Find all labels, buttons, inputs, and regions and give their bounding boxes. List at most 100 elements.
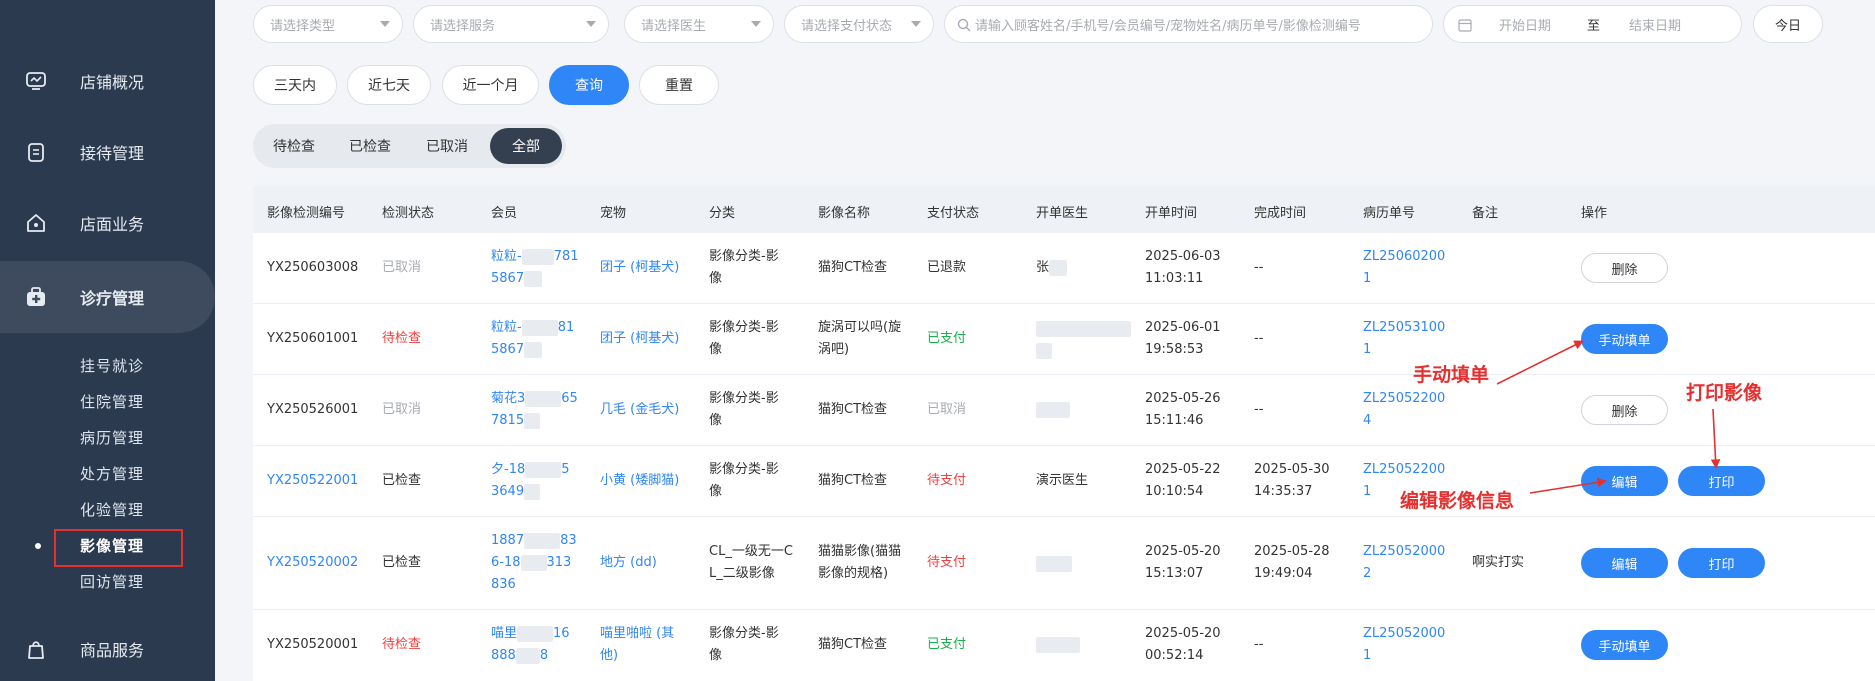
record-link[interactable]: ZL25053100 1 [1363, 317, 1445, 361]
order-clock: 10:10:54 [1145, 484, 1204, 499]
member-phone-tail: 781 [553, 249, 579, 264]
finish-time: -- [1254, 637, 1264, 652]
reset-button[interactable]: 重置 [639, 65, 719, 105]
edit-button[interactable]: 编辑 [1581, 466, 1668, 496]
finish-time: 2025-05-30 14:35:37 [1254, 459, 1330, 503]
member-link[interactable]: 1887 83 6-18 313 836 [491, 530, 577, 596]
masked-text [1036, 320, 1131, 337]
finish-date: 2025-05-30 [1254, 462, 1330, 477]
record-link[interactable]: ZL25052000 1 [1363, 623, 1445, 667]
category-line: 像 [709, 484, 723, 499]
doctor [1036, 634, 1080, 656]
query-button[interactable]: 查询 [549, 65, 629, 105]
start-date-field[interactable]: 开始日期 [1499, 15, 1551, 34]
masked-text [521, 319, 558, 336]
imaging-id: YX250603008 [267, 260, 359, 275]
range-1month-button[interactable]: 近一个月 [442, 65, 539, 105]
payment-status: 已取消 [927, 402, 967, 417]
finish-clock: 14:35:37 [1254, 484, 1313, 499]
print-button[interactable]: 打印 [1678, 548, 1765, 578]
category-line: 像 [709, 648, 723, 663]
end-date-field[interactable]: 结束日期 [1629, 15, 1681, 34]
delete-button[interactable]: 删除 [1581, 253, 1668, 283]
header-doctor: 开单医生 [1036, 206, 1089, 221]
table-header: 影像检测编号 检测状态 会员 宠物 分类 影像名称 支付状态 开单医生 开单时间… [253, 186, 1875, 233]
sidebar-item-diagnosis[interactable]: 诊疗管理 [0, 261, 215, 333]
member-link[interactable]: 粒粒- 781 5867 [491, 246, 579, 290]
masked-text [517, 625, 554, 642]
print-button[interactable]: 打印 [1678, 466, 1765, 496]
delete-button[interactable]: 删除 [1581, 395, 1668, 425]
manual-fill-button[interactable]: 手动填单 [1581, 324, 1668, 354]
check-status: 已取消 [382, 402, 422, 417]
today-button[interactable]: 今日 [1753, 5, 1823, 43]
member-id-tail: 313 [546, 555, 572, 570]
member-link[interactable]: 粒粒- 81 5867 [491, 317, 574, 361]
order-time: 2025-06-01 19:58:53 [1145, 317, 1221, 361]
doctor: 演示医生 [1036, 473, 1089, 488]
search-input[interactable]: 请输入顾客姓名/手机号/会员编号/宠物姓名/病历单号/影像检测编号 [944, 5, 1433, 43]
member-id-tail: 8 [539, 648, 549, 663]
order-time: 2025-05-22 10:10:54 [1145, 459, 1221, 503]
category: 影像分类-影像 [709, 459, 779, 503]
table-row: YX250522001 已检查 夕-18 5 3649 小黄 (矮脚猫) 影像分类-… [253, 446, 1875, 517]
chevron-down-icon [751, 21, 761, 27]
edit-button[interactable]: 编辑 [1581, 548, 1668, 578]
doctor-select[interactable]: 请选择医生 [624, 5, 774, 43]
category-line: 影像分类-影 [709, 391, 779, 406]
pet-link[interactable]: 团子 (柯基犬) [600, 257, 679, 279]
submenu-medical-records[interactable]: 病历管理 [80, 427, 144, 448]
date-range-picker[interactable]: 开始日期 至 结束日期 [1443, 5, 1742, 43]
order-clock: 11:03:11 [1145, 271, 1204, 286]
member-phone-tail: 5 [561, 462, 570, 477]
record-link[interactable]: ZL25060200 1 [1363, 246, 1445, 290]
record-no: 1 [1363, 342, 1372, 357]
pet-link[interactable]: 地方 (dd) [600, 552, 657, 574]
imaging-id-link[interactable]: YX250520002 [267, 552, 358, 574]
payment-status: 已支付 [927, 331, 967, 346]
pet-link[interactable]: 喵里啪啦 (其 他) [600, 623, 674, 667]
doctor [1036, 318, 1131, 362]
range-3days-button[interactable]: 三天内 [253, 65, 337, 105]
tab-checked[interactable]: 已检查 [333, 128, 407, 164]
service-select-placeholder: 请选择服务 [430, 18, 496, 34]
submenu-hospitalization[interactable]: 住院管理 [80, 391, 144, 412]
sidebar-item-reception[interactable]: 接待管理 [0, 118, 215, 186]
member-link[interactable]: 喵里 16 888 8 [491, 623, 570, 667]
imaging-id-link[interactable]: YX250522001 [267, 470, 358, 492]
order-date: 2025-06-03 [1145, 249, 1221, 264]
member-link[interactable]: 夕-18 5 3649 [491, 459, 570, 503]
record-no: ZL25052200 [1363, 391, 1446, 406]
submenu-lab-tests[interactable]: 化验管理 [80, 499, 144, 520]
record-link[interactable]: ZL25052200 4 [1363, 388, 1445, 432]
sidebar-item-store-overview[interactable]: 店铺概况 [0, 47, 215, 115]
pet-link[interactable]: 小黄 (矮脚猫) [600, 470, 679, 492]
type-select[interactable]: 请选择类型 [253, 5, 403, 43]
order-clock: 19:58:53 [1145, 342, 1204, 357]
note: 啊实打实 [1472, 555, 1525, 570]
tab-all[interactable]: 全部 [490, 128, 562, 164]
category: 影像分类-影像 [709, 388, 779, 432]
doctor-name: 张 [1036, 260, 1050, 275]
submenu-registration[interactable]: 挂号就诊 [80, 355, 144, 376]
header-order-time: 开单时间 [1145, 206, 1198, 221]
tab-pending[interactable]: 待检查 [257, 128, 331, 164]
range-7days-button[interactable]: 近七天 [347, 65, 431, 105]
record-no: ZL25052200 [1363, 462, 1446, 477]
member-link[interactable]: 菊花3 65 7815 [491, 388, 578, 432]
service-select[interactable]: 请选择服务 [413, 5, 609, 43]
record-link[interactable]: ZL25052000 2 [1363, 541, 1445, 585]
submenu-prescriptions[interactable]: 处方管理 [80, 463, 144, 484]
category: 影像分类-影像 [709, 623, 779, 667]
pet-breed: 他) [600, 648, 619, 663]
sidebar-item-goods-services[interactable]: 商品服务 [0, 615, 215, 681]
submenu-follow-up[interactable]: 回访管理 [80, 571, 144, 592]
pet-link[interactable]: 团子 (柯基犬) [600, 328, 679, 350]
header-status: 检测状态 [382, 206, 435, 221]
pet-link[interactable]: 几毛 (金毛犬) [600, 399, 679, 421]
payment-status-select[interactable]: 请选择支付状态 [784, 5, 934, 43]
finish-date: 2025-05-28 [1254, 544, 1330, 559]
tab-cancelled[interactable]: 已取消 [410, 128, 484, 164]
manual-fill-button[interactable]: 手动填单 [1581, 630, 1668, 660]
sidebar-item-store-business[interactable]: 店面业务 [0, 189, 215, 257]
